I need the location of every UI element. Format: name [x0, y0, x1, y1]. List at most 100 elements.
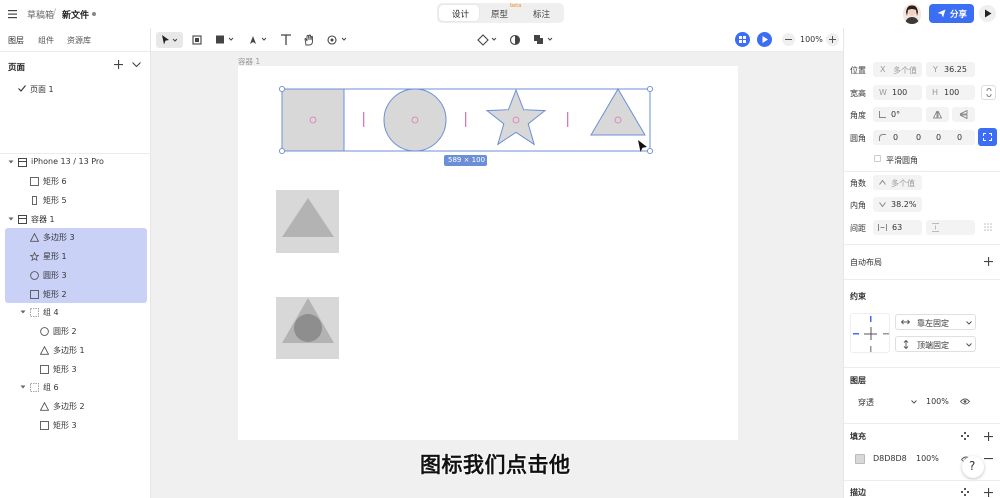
radius-field[interactable]: 0 0 0 0 [873, 130, 975, 145]
chevron-down-icon [966, 321, 972, 325]
corners-field[interactable]: 多个值 [873, 175, 922, 190]
vertical-arrows-icon [903, 340, 909, 349]
angle-icon [879, 111, 886, 118]
x-value: 多个值 [893, 66, 917, 75]
canvas-shapes [276, 85, 654, 359]
inner-radius-value: 38.2% [891, 200, 917, 209]
vertical-constraint-value: 顶端固定 [917, 341, 949, 350]
vertical-constraint-select[interactable]: 顶端固定 [895, 336, 976, 352]
group-circle[interactable] [294, 314, 322, 342]
flip-horizontal-button[interactable] [926, 107, 949, 122]
vertical-spacing-icon [932, 223, 939, 232]
flip-vertical-icon [959, 110, 968, 119]
add-auto-layout-icon[interactable] [984, 257, 993, 266]
divider [844, 171, 1000, 172]
selection-size-badge: 589 × 100 [444, 155, 487, 166]
tidy-up-icon[interactable] [984, 223, 992, 231]
independent-corners-button[interactable] [978, 128, 997, 146]
smooth-corners-label: 平滑圆角 [886, 156, 918, 165]
fill-label: 填充 [850, 432, 866, 441]
layer-opacity-value[interactable]: 100% [926, 397, 949, 406]
flip-horizontal-icon [933, 110, 942, 119]
layer-label: 图层 [850, 376, 866, 385]
rectangle-shape[interactable] [281, 88, 345, 152]
play-icon [985, 9, 992, 18]
video-subtitle: 图标我们点击他 [420, 453, 571, 477]
divider [844, 244, 1000, 245]
corner-radius-icon [879, 134, 886, 141]
corners-label: 角数 [850, 179, 866, 188]
selection-size-text: 589 × 100 [448, 156, 486, 164]
flip-vertical-button[interactable] [952, 107, 975, 122]
avatar[interactable] [903, 4, 921, 24]
spacing-value: 63 [892, 223, 903, 232]
w-key: W [879, 88, 887, 97]
divider [844, 279, 1000, 280]
chevron-down-icon [911, 400, 917, 404]
divider [844, 480, 1000, 481]
eye-icon[interactable] [960, 398, 970, 405]
add-fill-icon[interactable] [984, 432, 993, 441]
blend-mode-value: 穿透 [858, 398, 874, 407]
position-label: 位置 [850, 66, 866, 75]
stroke-styles-icon[interactable] [961, 488, 969, 496]
circle-shape[interactable] [383, 88, 447, 152]
spacing-indicator[interactable] [465, 112, 467, 127]
y-field[interactable]: Y 36.25 [926, 62, 975, 77]
horizontal-spacing-icon [878, 224, 887, 231]
divider [844, 367, 1000, 368]
share-button[interactable]: 分享 [929, 4, 974, 23]
h-key: H [932, 88, 939, 97]
angle-field[interactable]: 0° [873, 107, 922, 122]
corners-count-icon [879, 180, 886, 185]
angle-label: 角度 [850, 111, 866, 120]
y-key: Y [933, 65, 938, 74]
fill-row[interactable]: D8D8D8 100% [850, 451, 976, 467]
constrain-proportions-icon[interactable] [981, 85, 996, 100]
vertical-spacing-field[interactable] [926, 220, 975, 235]
smooth-corners-checkbox[interactable] [874, 155, 881, 162]
spacing-indicator[interactable] [363, 112, 365, 127]
spacing-indicator[interactable] [567, 112, 569, 127]
radius-bottom-right: 0 [936, 133, 942, 142]
inner-radius-label: 内角 [850, 201, 866, 210]
blend-mode-select[interactable]: 穿透 [850, 394, 919, 410]
x-field[interactable]: X 多个值 [873, 62, 922, 77]
constraint-widget[interactable] [850, 313, 890, 353]
horizontal-arrows-icon [901, 319, 910, 325]
angle-value: 0° [891, 110, 901, 119]
radius-top-right: 0 [916, 133, 922, 142]
constraints-label: 约束 [850, 292, 866, 301]
play-button[interactable] [979, 5, 996, 22]
add-stroke-icon[interactable] [984, 488, 993, 497]
width-field[interactable]: W 100 [873, 85, 922, 100]
w-value: 100 [892, 88, 908, 97]
triangle-shape[interactable] [590, 88, 646, 136]
inner-radius-icon [879, 202, 886, 207]
spacing-label: 间距 [850, 224, 866, 233]
corners-value: 多个值 [891, 179, 915, 188]
radius-bottom-left: 0 [957, 133, 963, 142]
remove-fill-icon[interactable] [984, 458, 993, 460]
inner-radius-field[interactable]: 38.2% [873, 197, 922, 212]
horizontal-constraint-select[interactable]: 靠左固定 [895, 314, 976, 330]
horizontal-spacing-field[interactable]: 63 [873, 220, 922, 235]
fill-color-swatch[interactable] [855, 454, 865, 464]
horizontal-constraint-value: 靠左固定 [917, 319, 949, 328]
help-button[interactable]: ? [962, 456, 984, 478]
corners-icon [983, 133, 992, 141]
radius-top-left: 0 [893, 133, 899, 142]
mouse-cursor-icon [638, 140, 647, 152]
fill-hex-value: D8D8D8 [873, 454, 907, 463]
auto-layout-label: 自动布局 [850, 258, 882, 267]
height-field[interactable]: H 100 [926, 85, 975, 100]
radius-label: 圆角 [850, 134, 866, 143]
chevron-down-icon [966, 343, 972, 347]
fill-styles-icon[interactable] [961, 432, 969, 440]
size-label: 宽高 [850, 89, 866, 98]
h-value: 100 [944, 88, 960, 97]
y-value: 36.25 [944, 65, 967, 74]
x-key: X [880, 65, 886, 74]
stroke-label: 描边 [850, 488, 866, 497]
properties-panel: 位置 X 多个值 Y 36.25 宽高 W 100 H 100 角度 0° 圆角… [843, 28, 1000, 498]
